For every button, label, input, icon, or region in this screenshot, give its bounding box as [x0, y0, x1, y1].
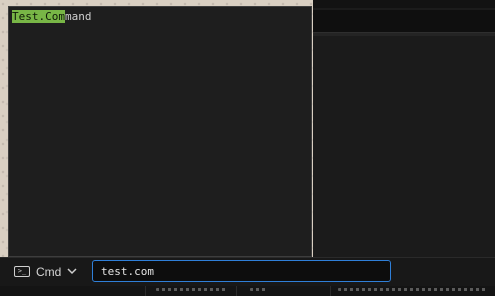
terminal-icon: >_ [14, 266, 30, 277]
background-editor-panel [313, 0, 495, 296]
suggestion-match-highlight: Test.Com [12, 10, 65, 23]
cmd-mode-label: Cmd [36, 264, 62, 279]
panel-top-strip [313, 0, 495, 8]
command-suggestion-popup: Test.Command [8, 6, 312, 257]
panel-tab-row [313, 10, 495, 33]
status-divider [236, 286, 238, 296]
status-item[interactable] [250, 288, 266, 291]
console-command-input[interactable] [92, 260, 391, 282]
suggestion-item[interactable]: Test.Command [12, 9, 91, 24]
panel-sub-row [313, 33, 495, 36]
suggestion-remaining-text: mand [64, 10, 92, 23]
status-item[interactable] [156, 288, 226, 291]
status-item[interactable] [338, 288, 488, 291]
status-divider [330, 286, 332, 296]
cmd-mode-dropdown[interactable]: >_ Cmd [10, 261, 83, 282]
status-bar [0, 286, 495, 296]
chevron-down-icon [67, 268, 77, 275]
status-divider [145, 286, 147, 296]
